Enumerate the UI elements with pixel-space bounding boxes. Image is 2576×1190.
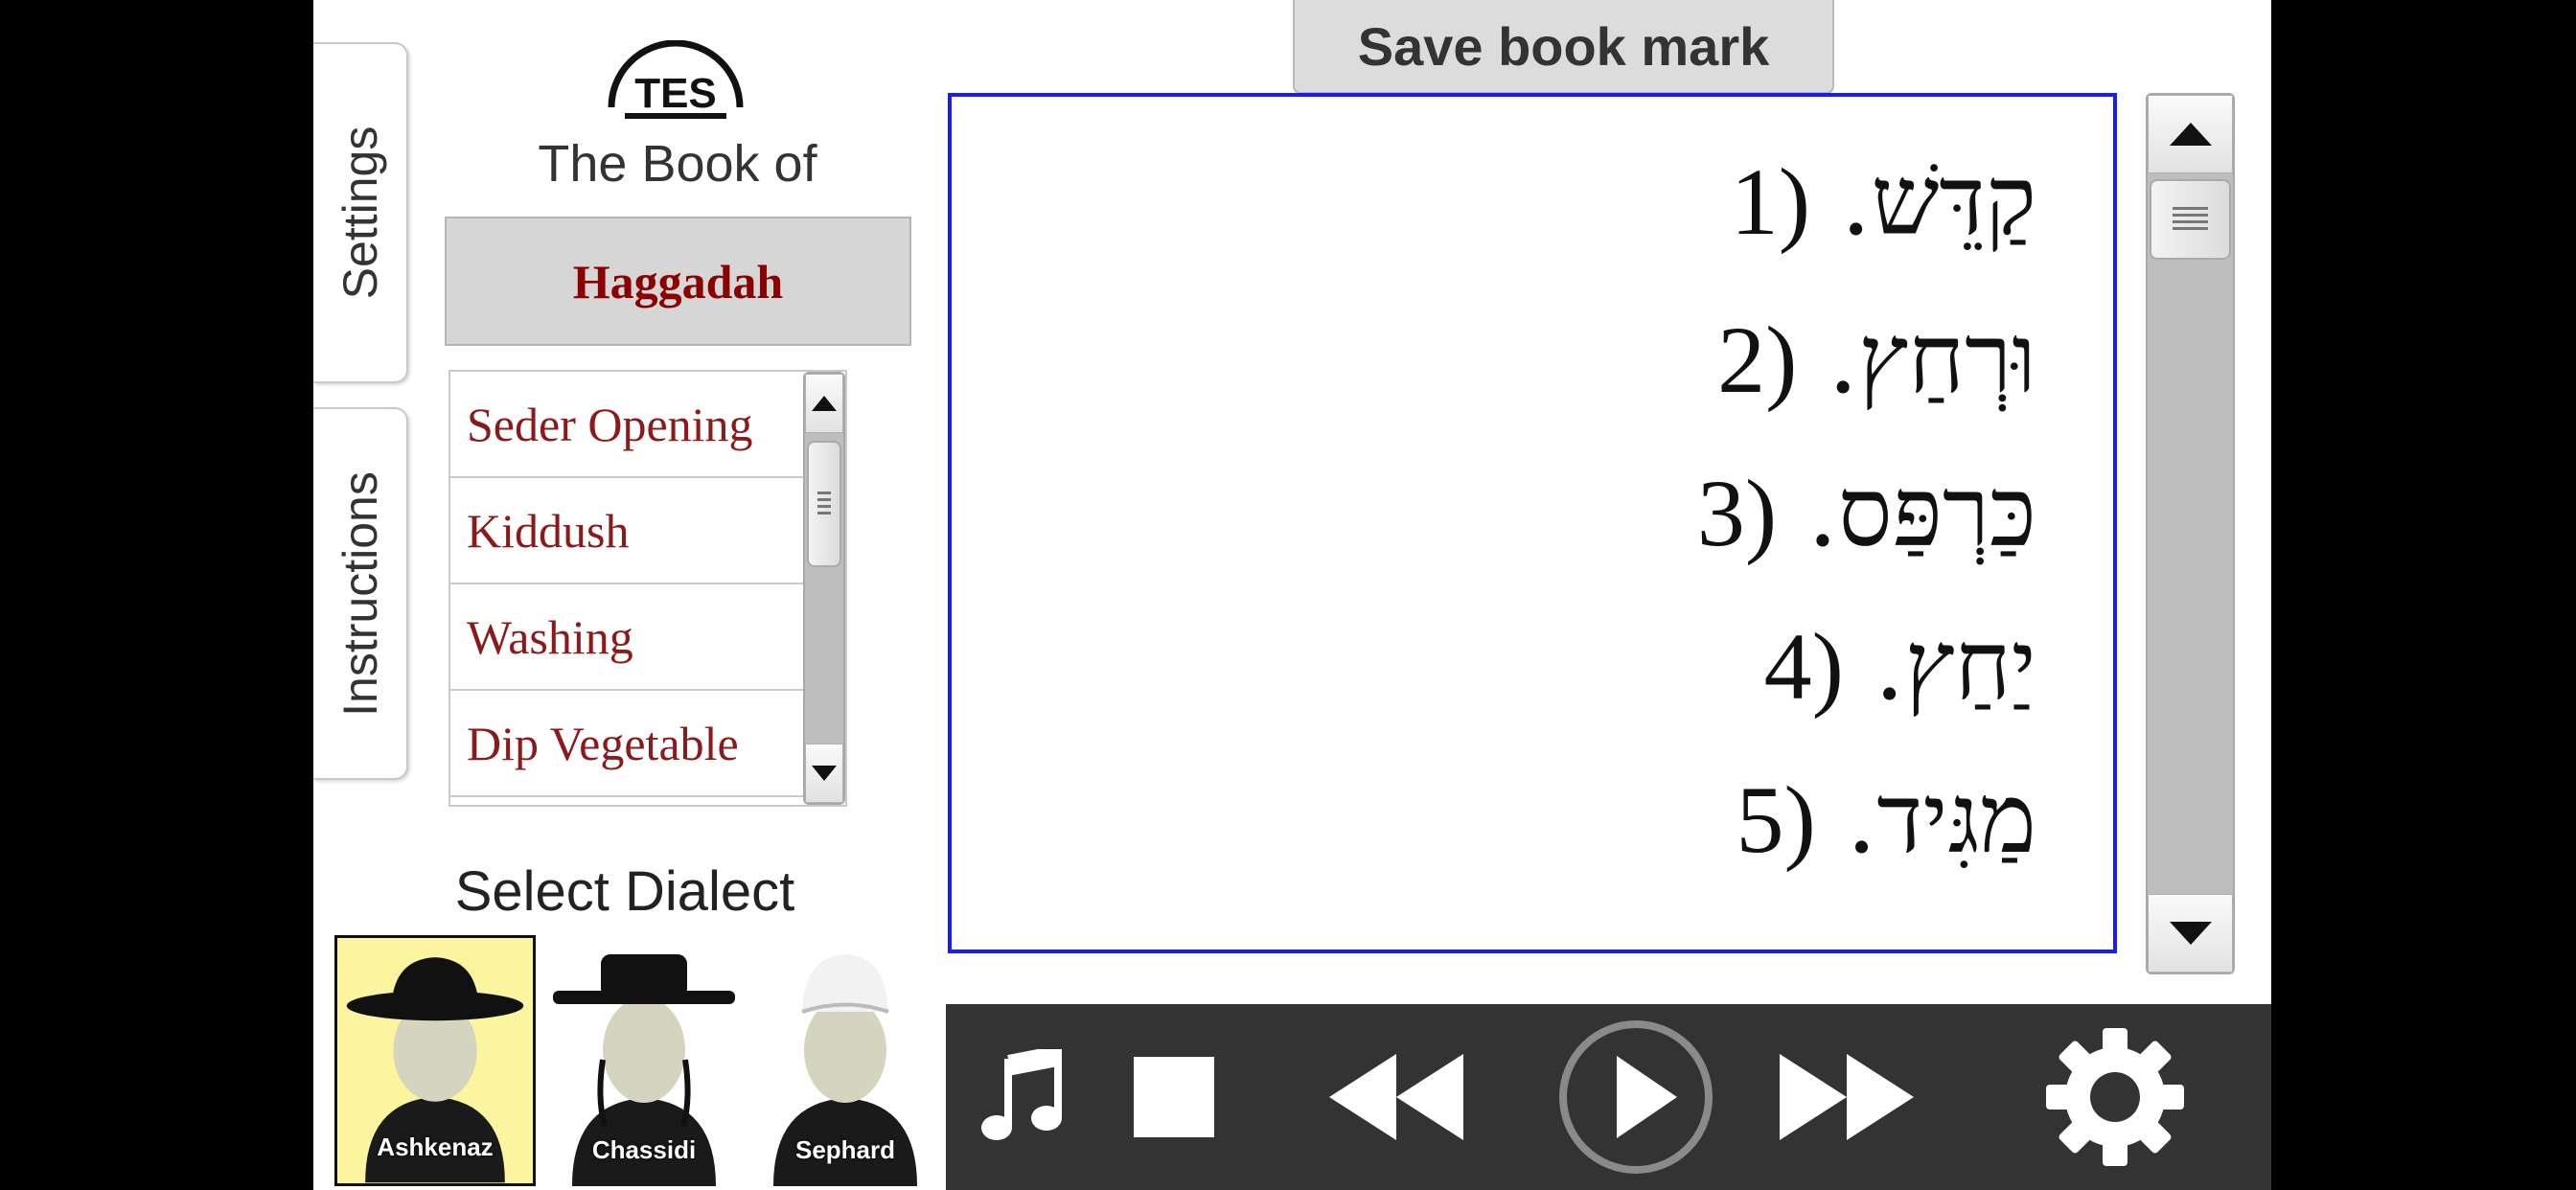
reader-scrollbar[interactable] xyxy=(2146,93,2235,974)
scroll-up-arrow-icon[interactable] xyxy=(2148,95,2233,173)
scroll-thumb[interactable] xyxy=(2150,179,2231,260)
dialect-ashkenaz-label: Ashkenaz xyxy=(377,1133,494,1161)
reader-line: וּרְחַץ. (2 xyxy=(1717,303,2036,415)
line-number: (3 xyxy=(1696,460,1778,566)
line-number: (2 xyxy=(1717,307,1798,413)
scroll-thumb[interactable] xyxy=(807,441,841,567)
tab-settings[interactable]: Settings xyxy=(313,42,408,383)
line-number: (4 xyxy=(1763,613,1844,720)
line-text: מַגִּיד. xyxy=(1846,763,2036,875)
line-text: וּרְחַץ. xyxy=(1828,303,2036,415)
dialect-chassidi-label: Chassidi xyxy=(591,1135,697,1164)
tab-settings-label: Settings xyxy=(333,126,387,300)
rewind-icon[interactable] xyxy=(1320,1004,1473,1190)
play-icon[interactable] xyxy=(1550,1004,1722,1190)
line-text: יַחַץ. xyxy=(1874,609,2036,721)
tab-instructions[interactable]: Instructions xyxy=(313,407,408,780)
scroll-down-arrow-icon[interactable] xyxy=(2148,894,2233,973)
chapter-item-washing[interactable]: Washing xyxy=(450,584,803,691)
scroll-up-arrow-icon[interactable] xyxy=(805,374,843,433)
chapter-list-scrollbar[interactable] xyxy=(803,372,845,805)
line-text: קַדֵּשׁ. xyxy=(1840,145,2036,257)
fast-forward-icon[interactable] xyxy=(1770,1004,1923,1190)
chapter-item-seder-opening[interactable]: Seder Opening xyxy=(450,372,803,478)
app-window: Settings Instructions TES The Book of Ha… xyxy=(313,0,2271,1190)
text-reader[interactable]: קַדֵּשׁ. (1 וּרְחַץ. (2 כַּרְפַּס. (3 יַ… xyxy=(948,93,2117,953)
dialect-ashkenaz-avatar[interactable]: Ashkenaz xyxy=(334,935,536,1186)
line-number: (5 xyxy=(1736,767,1816,873)
reader-line: יַחַץ. (4 xyxy=(1764,609,2036,721)
gear-icon[interactable] xyxy=(2029,1004,2201,1190)
dialect-sephard-avatar[interactable]: Sephard xyxy=(745,935,946,1186)
reader-line: כַּרְפַּס. (3 xyxy=(1697,456,2036,568)
reader-line: קַדֵּשׁ. (1 xyxy=(1731,145,2036,257)
audio-player-bar xyxy=(946,1004,2271,1190)
line-number: (1 xyxy=(1730,149,1810,255)
dialect-sephard-label: Sephard xyxy=(794,1135,896,1164)
dialect-chassidi-avatar[interactable]: Chassidi xyxy=(543,935,745,1186)
reader-line: מַגִּיד. (5 xyxy=(1736,763,2037,875)
book-prefix: The Book of xyxy=(538,135,817,193)
line-text: כַּרְפַּס. xyxy=(1806,456,2036,568)
chapter-list: Seder Opening Kiddush Washing Dip Vegeta… xyxy=(448,370,847,807)
save-bookmark-button[interactable]: Save book mark xyxy=(1293,0,1834,94)
chapter-item-dip-vegetable[interactable]: Dip Vegetable xyxy=(450,691,803,797)
logo-text: TES xyxy=(634,70,717,117)
tes-logo: TES xyxy=(604,39,748,126)
music-icon[interactable] xyxy=(970,1004,1075,1190)
stop-icon[interactable] xyxy=(1128,1004,1219,1190)
scroll-down-arrow-icon[interactable] xyxy=(805,744,843,803)
dialect-label: Select Dialect xyxy=(454,860,795,923)
tab-instructions-label: Instructions xyxy=(333,470,387,717)
chapter-item-kiddush[interactable]: Kiddush xyxy=(450,478,803,584)
book-title-button[interactable]: Haggadah xyxy=(445,217,911,346)
